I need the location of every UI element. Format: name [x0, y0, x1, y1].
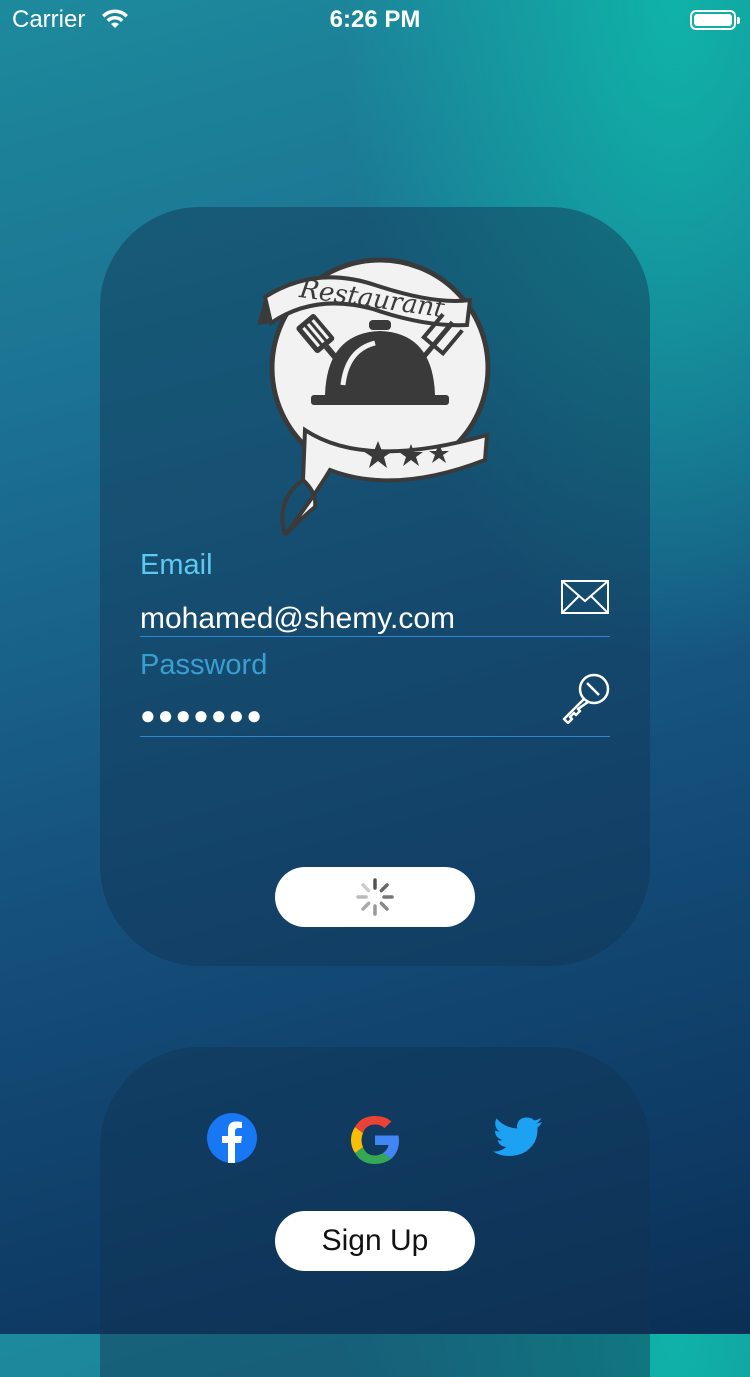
- google-icon[interactable]: [347, 1112, 403, 1168]
- email-label: Email: [140, 549, 213, 581]
- email-input[interactable]: [140, 602, 560, 636]
- key-icon: [562, 673, 610, 724]
- signup-button[interactable]: Sign Up: [275, 1211, 475, 1271]
- envelope-icon: [561, 580, 609, 614]
- password-underline: [140, 736, 610, 737]
- twitter-icon[interactable]: [493, 1117, 543, 1159]
- restaurant-logo: Restaurant: [257, 257, 491, 537]
- loading-spinner-icon: [356, 878, 394, 916]
- password-input[interactable]: ●●●●●●●: [140, 700, 560, 731]
- password-label: Password: [140, 649, 268, 681]
- status-bar: Carrier 6:26 PM: [0, 0, 750, 40]
- login-button[interactable]: [275, 867, 475, 927]
- social-card: Sign Up: [100, 1047, 650, 1377]
- facebook-icon[interactable]: [206, 1112, 258, 1164]
- email-underline: [140, 636, 610, 637]
- clock: 6:26 PM: [329, 6, 421, 33]
- battery-icon: [690, 10, 740, 30]
- login-card: Restaurant Email P: [100, 207, 650, 966]
